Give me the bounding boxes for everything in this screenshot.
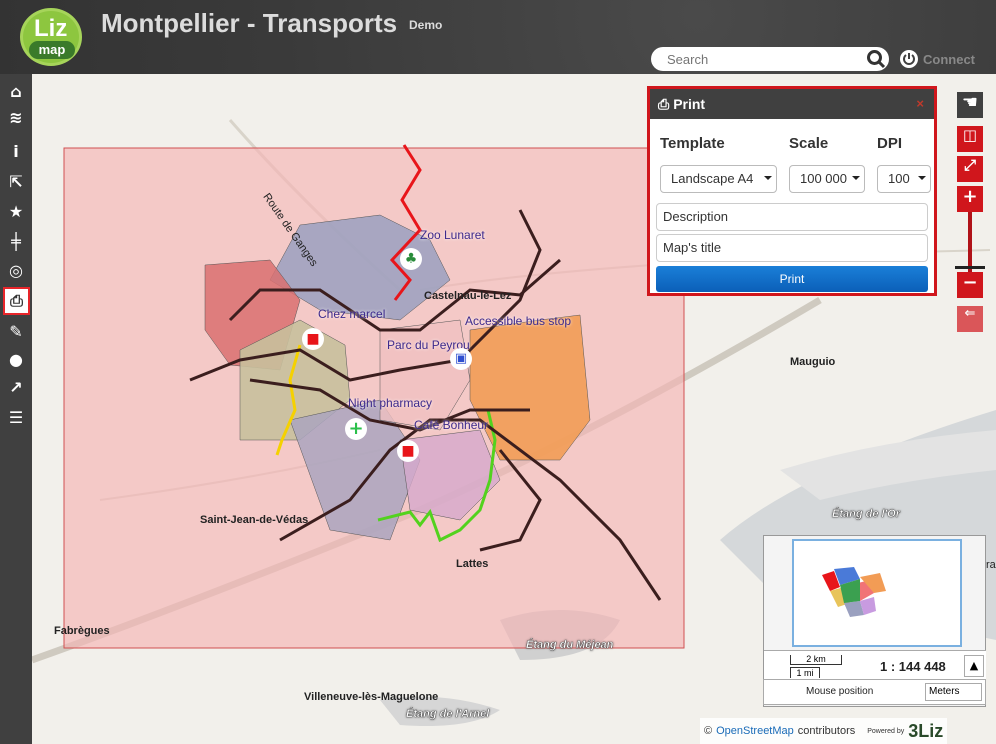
zoom-box-icon[interactable]: ◫ [957, 126, 983, 152]
power-icon [900, 50, 918, 68]
dpi-label: DPI [877, 135, 903, 152]
lagoon-label-or: Étang de l'Or [832, 508, 901, 520]
lagoon-label-arnel: Étang de l'Arnel [406, 708, 490, 720]
place-villeneuve: Villeneuve-lès-Maguelone [304, 691, 439, 703]
print-icon[interactable]: ⎙ [3, 287, 30, 315]
print-panel-title: Print [673, 96, 706, 112]
scale-select[interactable]: 100 000 [789, 165, 865, 193]
pharmacy-icon: + [345, 418, 367, 440]
zoom-in-button[interactable]: + [957, 186, 983, 212]
app-header: Liz map Montpellier - Transports Demo Co… [0, 0, 996, 74]
units-select[interactable]: Meters [925, 683, 982, 701]
poi-night-pharmacy[interactable]: Night pharmacy [348, 396, 432, 410]
place-mauguio: Mauguio [790, 356, 836, 368]
search-icon[interactable] [866, 49, 886, 69]
scale-panel: 2 km 1 mi 1 : 144 448 ▲ [764, 650, 986, 680]
overview-viewport[interactable] [792, 539, 962, 647]
logo-text-bottom: map [29, 41, 75, 59]
locate-icon[interactable]: ◎ [4, 259, 28, 283]
comment-icon[interactable]: ● [4, 348, 28, 372]
tram-icon[interactable]: ╪ [4, 230, 28, 254]
place-fabregues: Fabrègues [54, 625, 110, 637]
cafe-icon: ■ [397, 440, 419, 462]
template-label: Template [660, 135, 725, 152]
page-subtitle: Demo [409, 18, 443, 32]
tree-icon: ♣ [400, 248, 422, 270]
description-input[interactable]: Description [656, 203, 928, 231]
info-icon[interactable]: i [4, 140, 28, 164]
dataviz-icon[interactable]: ⇱ [4, 170, 28, 194]
mouse-position-bar: Mouse position Meters [763, 679, 986, 705]
place-castelnau: Castelnau-le-Lez [424, 290, 512, 302]
scalebar-km: 2 km [790, 655, 842, 665]
overview-districts [822, 567, 886, 617]
zoom-extent-icon[interactable]: ⤢ [957, 156, 983, 182]
layers-icon[interactable]: ≋ [4, 106, 28, 130]
powered-by-label: Powered by [867, 727, 905, 735]
scale-label: Scale [789, 135, 829, 152]
page-title: Montpellier - Transports [101, 8, 398, 38]
previous-view-icon[interactable]: ⇐ [957, 306, 983, 332]
overview-toggle-icon[interactable]: ▲ [964, 655, 984, 677]
scale-text: 1 : 144 448 [880, 659, 946, 674]
poi-cafe-bonheur[interactable]: Café Bonheur [414, 418, 488, 432]
star-icon[interactable]: ★ [4, 200, 28, 224]
logo-text-top: Liz [34, 15, 68, 42]
place-saint-jean: Saint-Jean-de-Védas [200, 514, 309, 526]
print-button[interactable]: Print [656, 266, 928, 292]
bus-icon: ▣ [450, 348, 472, 370]
poi-parc-peyrou[interactable]: Parc du Peyrou [387, 338, 470, 352]
zoom-slider-handle[interactable] [955, 266, 985, 269]
map-title-input[interactable]: Map's title [656, 234, 928, 262]
zoom-slider-track[interactable] [968, 212, 972, 272]
close-icon[interactable]: × [916, 96, 924, 111]
lizmap-logo[interactable]: Liz map [20, 8, 82, 66]
scalebar-mi: 1 mi [790, 667, 820, 678]
attribution: © OpenStreetMap contributors Powered by … [700, 718, 948, 744]
home-icon[interactable]: ⌂ [4, 80, 28, 104]
zoom-out-button[interactable]: − [957, 272, 983, 298]
pan-icon[interactable]: ☚ [957, 92, 983, 118]
poi-chez-marcel[interactable]: Chez marcel [318, 307, 385, 321]
cup-icon: ■ [302, 328, 324, 350]
printer-icon: ⎙ [658, 95, 670, 112]
lagoon-label-mejean: Étang du Méjean [526, 639, 614, 651]
3liz-logo[interactable]: 3Liz [908, 721, 943, 742]
poi-zoo[interactable]: Zoo Lunaret [420, 228, 485, 242]
print-panel: ⎙ Print × Template Scale DPI Landscape A… [647, 86, 937, 296]
print-panel-header: ⎙ Print × [650, 89, 934, 119]
dpi-select[interactable]: 100 [877, 165, 931, 193]
share-icon[interactable]: ↗ [4, 376, 28, 400]
attribution-suffix: contributors [797, 725, 856, 737]
search-input[interactable] [651, 47, 889, 71]
template-select[interactable]: Landscape A4 [660, 165, 777, 193]
place-lattes: Lattes [456, 558, 489, 570]
poi-accessible-bus[interactable]: Accessible bus stop [465, 314, 571, 328]
connect-label: Connect [923, 51, 975, 67]
measure-icon[interactable]: ✎ [4, 320, 28, 344]
copyright-symbol: © [704, 725, 713, 737]
osm-link[interactable]: OpenStreetMap [716, 725, 794, 737]
place-cut-right: ra [986, 559, 996, 571]
connect-button[interactable]: Connect [900, 50, 975, 68]
list-icon[interactable]: ☰ [4, 406, 28, 430]
mouse-position-label: Mouse position [806, 686, 874, 697]
sidebar: ⌂ ≋ i ⇱ ★ ╪ ◎ ⎙ ✎ ● ↗ ☰ [0, 74, 32, 744]
